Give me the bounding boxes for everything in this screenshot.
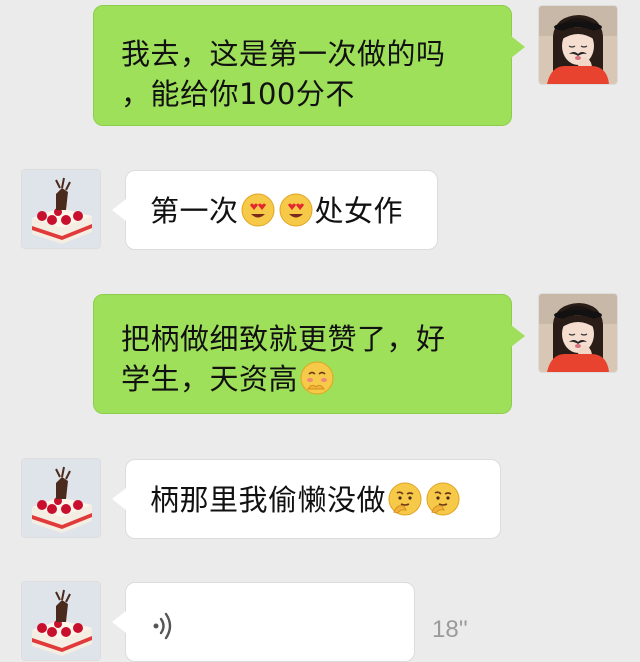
thinking-emoji	[388, 482, 422, 516]
message-text-line: 学生，天资高	[121, 359, 511, 399]
message-text-part: 柄那里我偷懒没做	[150, 483, 387, 517]
message-text-line: 把柄做细致就更赞了，好	[121, 322, 446, 356]
cake-avatar[interactable]	[22, 582, 100, 660]
girl-avatar[interactable]	[539, 6, 617, 84]
girl-avatar[interactable]	[539, 294, 617, 372]
heart-eyes-emoji	[279, 193, 313, 227]
incoming-message-2[interactable]: 第一次 处女作	[112, 170, 438, 250]
shy-laugh-emoji	[300, 361, 334, 395]
incoming-message-4[interactable]: 柄那里我偷懒没做	[112, 459, 501, 539]
message-text-part: 处女作	[314, 194, 404, 228]
message-text: 第一次 处女作	[150, 191, 437, 231]
message-text-line: 我去，这是第一次做的吗	[121, 37, 446, 71]
message-text-part: 第一次	[150, 194, 239, 228]
cake-avatar[interactable]	[22, 170, 100, 248]
message-text-line: ，能给你100分不	[121, 77, 355, 111]
outgoing-message-1[interactable]: 我去，这是第一次做的吗 ，能给你100分不	[93, 5, 525, 126]
message-text-part: 学生，天资高	[121, 362, 299, 396]
heart-eyes-emoji	[241, 193, 275, 227]
thinking-emoji	[426, 482, 460, 516]
cake-avatar[interactable]	[22, 459, 100, 537]
incoming-voice-message[interactable]	[112, 582, 415, 662]
voice-wave-icon	[153, 612, 172, 640]
message-text: 柄那里我偷懒没做	[150, 480, 500, 520]
outgoing-message-3[interactable]: 把柄做细致就更赞了，好 学生，天资高	[93, 294, 525, 414]
